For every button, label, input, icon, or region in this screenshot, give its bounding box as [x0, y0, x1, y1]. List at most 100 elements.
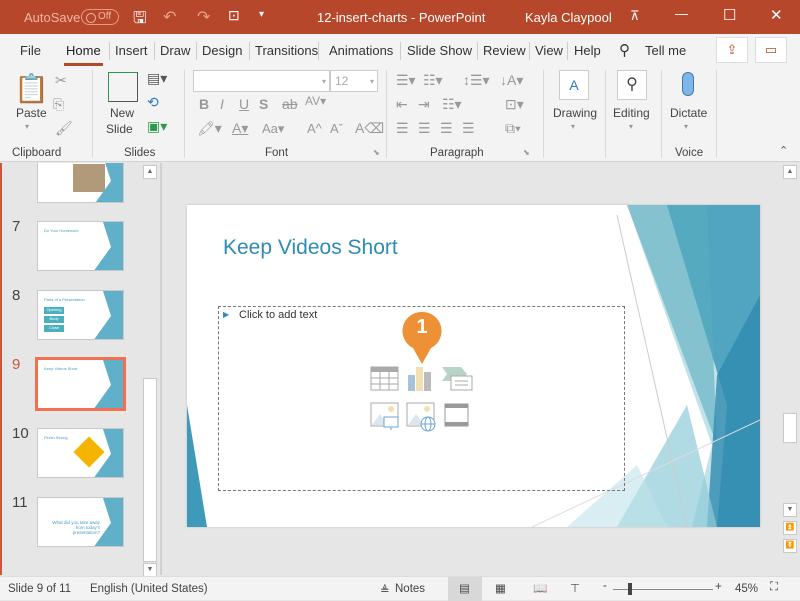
ribbon-display-icon[interactable]: ⊼: [630, 8, 640, 24]
font-dialog-launcher-icon[interactable]: ⬊: [373, 148, 380, 157]
font-size-input[interactable]: 12 ▾: [330, 70, 378, 92]
comments-button[interactable]: ▭: [755, 37, 787, 63]
search-icon[interactable]: ⚲: [619, 41, 630, 59]
slide-thumbnail-9[interactable]: Keep Videos Short: [35, 357, 126, 411]
microphone-icon[interactable]: [682, 72, 694, 96]
drawing-dropdown-icon[interactable]: ▾: [571, 122, 575, 131]
cut-icon[interactable]: ✂: [55, 72, 67, 89]
slide-sorter-button[interactable]: ▦: [495, 581, 506, 595]
section-icon[interactable]: ▣▾: [147, 118, 167, 135]
new-slide-button[interactable]: New: [110, 106, 134, 120]
undo-icon[interactable]: ↶: [163, 7, 176, 27]
scrollbar-thumb[interactable]: [783, 413, 797, 443]
share-button[interactable]: ⇪: [716, 37, 748, 63]
align-right-icon[interactable]: ☰: [440, 120, 453, 137]
shadow-icon[interactable]: S: [259, 96, 268, 112]
slide-thumbnail-10[interactable]: Finish Strong: [37, 428, 124, 478]
new-slide-dropdown[interactable]: Slide: [106, 122, 133, 136]
autosave-toggle[interactable]: Off: [81, 9, 119, 25]
tab-slide-show[interactable]: Slide Show: [407, 43, 472, 58]
font-name-input[interactable]: ▾: [193, 70, 330, 92]
slide-thumbnail-7[interactable]: Do Your Homework: [37, 221, 124, 271]
underline-icon[interactable]: U: [239, 96, 249, 112]
editing-button[interactable]: Editing: [613, 106, 650, 120]
tab-file[interactable]: File: [20, 43, 41, 58]
scroll-down-button[interactable]: ▼: [143, 563, 157, 577]
scroll-up-button[interactable]: ▲: [143, 165, 157, 179]
reading-view-button[interactable]: 📖: [533, 581, 547, 595]
placeholder-text[interactable]: Click to add text: [239, 309, 317, 321]
tell-me-box[interactable]: Tell me: [645, 43, 686, 58]
tab-draw[interactable]: Draw: [160, 43, 190, 58]
decrease-font-icon[interactable]: Aˇ: [330, 121, 343, 136]
layout-icon[interactable]: ▤▾: [147, 70, 167, 87]
minimize-icon[interactable]: —: [675, 6, 688, 21]
highlight-icon[interactable]: 🖍▾: [197, 120, 222, 137]
tab-transitions[interactable]: Transitions: [255, 43, 318, 58]
fit-slide-icon[interactable]: ⛶: [770, 581, 778, 594]
drawing-button[interactable]: Drawing: [553, 106, 597, 120]
align-text-icon[interactable]: ⊡▾: [505, 96, 524, 113]
slide-thumbnail-6[interactable]: [37, 163, 124, 203]
slide-title[interactable]: Keep Videos Short: [223, 236, 398, 260]
dictate-dropdown-icon[interactable]: ▾: [684, 122, 688, 131]
find-icon[interactable]: ⚲: [617, 70, 647, 100]
increase-indent-icon[interactable]: ⇥: [418, 96, 430, 113]
customize-toolbar-icon[interactable]: ▾: [259, 9, 264, 20]
notes-button[interactable]: Notes: [395, 583, 425, 595]
collapse-ribbon-icon[interactable]: ⌃: [779, 144, 788, 157]
paragraph-dialog-launcher-icon[interactable]: ⬊: [523, 148, 530, 157]
slideshow-button[interactable]: ⊤: [570, 581, 580, 595]
smartart-convert-icon[interactable]: ⧉▾: [505, 120, 521, 137]
zoom-slider-thumb[interactable]: [628, 583, 632, 595]
insert-video-icon[interactable]: [444, 403, 470, 429]
insert-online-pictures-icon[interactable]: [406, 402, 438, 432]
tab-animations[interactable]: Animations: [329, 43, 393, 58]
font-color-icon[interactable]: A▾: [232, 120, 248, 137]
previous-slide-button[interactable]: ⏫: [783, 521, 797, 535]
copy-icon[interactable]: ⎘: [53, 96, 64, 113]
close-icon[interactable]: ✕: [770, 6, 783, 24]
change-case-icon[interactable]: Aa▾: [262, 121, 284, 137]
tab-home[interactable]: Home: [64, 43, 103, 66]
insert-table-icon[interactable]: [370, 366, 400, 392]
format-painter-icon[interactable]: 🖌: [55, 120, 73, 137]
text-direction-icon[interactable]: ↓A▾: [500, 72, 523, 89]
bold-icon[interactable]: B: [199, 96, 209, 112]
slide-scrollbar[interactable]: ▲ ▼ ⏫ ⏬: [782, 163, 798, 575]
new-slide-icon[interactable]: [108, 72, 138, 102]
character-spacing-icon[interactable]: AV▾: [305, 94, 326, 108]
maximize-icon[interactable]: ☐: [723, 6, 736, 24]
thumbnails-scrollbar[interactable]: ▲ ▼: [142, 163, 158, 577]
slide-canvas[interactable]: Keep Videos Short ▶ Click to add text 1: [187, 205, 760, 527]
numbering-icon[interactable]: ☷▾: [423, 72, 443, 89]
paste-icon[interactable]: 📋: [14, 72, 49, 105]
dictate-button[interactable]: Dictate: [670, 106, 707, 120]
zoom-out-button[interactable]: -: [603, 580, 607, 592]
drawing-icon[interactable]: A: [559, 70, 589, 100]
reset-icon[interactable]: ⟲: [147, 94, 159, 111]
tab-review[interactable]: Review: [483, 43, 526, 58]
tab-view[interactable]: View: [535, 43, 563, 58]
columns-icon[interactable]: ☷▾: [442, 96, 462, 113]
next-slide-button[interactable]: ⏬: [783, 539, 797, 553]
line-spacing-icon[interactable]: ↕☰▾: [463, 72, 490, 89]
language-indicator[interactable]: English (United States): [90, 583, 208, 595]
slide-thumbnail-8[interactable]: Parts of a Presentation Opening Body Clo…: [37, 290, 124, 340]
increase-font-icon[interactable]: A^: [307, 121, 322, 136]
clear-formatting-icon[interactable]: A⌫: [355, 120, 384, 137]
notes-icon[interactable]: ≜: [380, 583, 390, 597]
start-slideshow-icon[interactable]: ⊡: [228, 7, 240, 24]
justify-icon[interactable]: ☰: [462, 120, 475, 137]
scroll-up-button[interactable]: ▲: [783, 165, 797, 179]
paste-button[interactable]: Paste: [16, 106, 47, 120]
save-icon[interactable]: 🖫: [133, 7, 147, 34]
center-icon[interactable]: ☰: [418, 120, 431, 137]
tab-help[interactable]: Help: [574, 43, 601, 58]
tab-insert[interactable]: Insert: [115, 43, 148, 58]
paste-dropdown-icon[interactable]: ▾: [25, 122, 29, 131]
tab-design[interactable]: Design: [202, 43, 242, 58]
content-placeholder[interactable]: ▶ Click to add text 1: [218, 306, 625, 491]
slide-thumbnail-11[interactable]: What did you take away from today's pres…: [37, 497, 124, 547]
italic-icon[interactable]: I: [220, 96, 224, 112]
